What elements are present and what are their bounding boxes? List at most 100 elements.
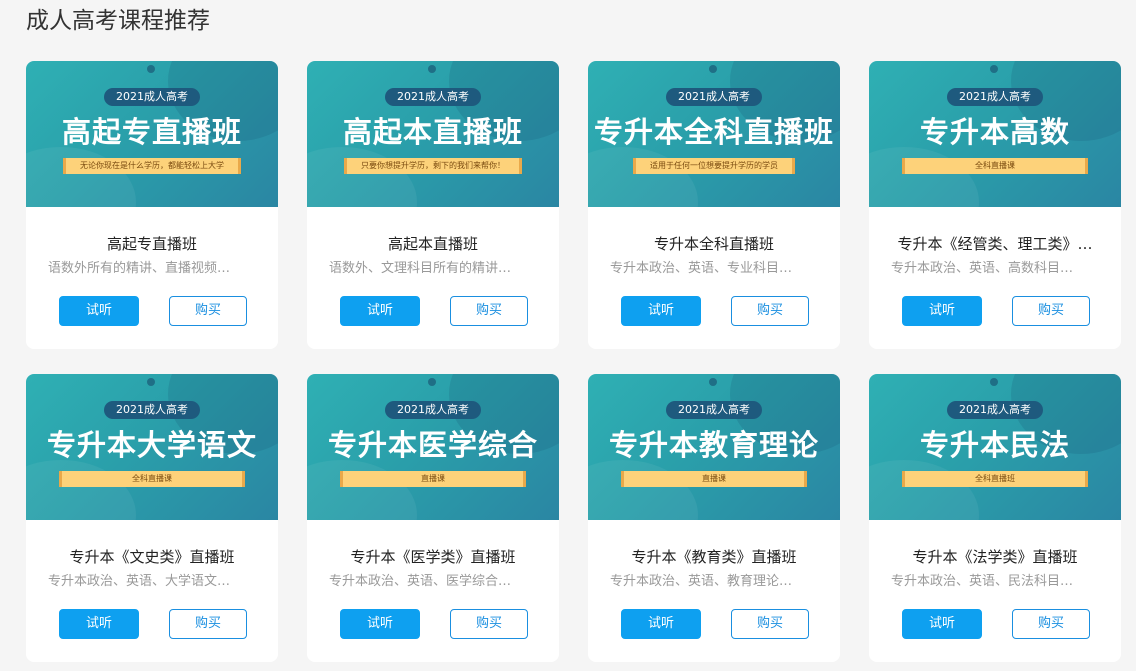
- banner-dot: [147, 65, 155, 73]
- course-description: 专升本政治、英语、医学综合…: [329, 574, 512, 589]
- course-actions: 试听 购买: [621, 296, 809, 326]
- banner-decoration: [26, 147, 136, 207]
- listen-button[interactable]: 试听: [340, 296, 420, 326]
- banner-decoration: [869, 460, 979, 520]
- course-description: 专升本政治、英语、大学语文…: [48, 574, 231, 589]
- course-name[interactable]: 高起本直播班: [307, 234, 559, 254]
- banner-year-badge: 2021成人高考: [385, 88, 481, 106]
- buy-button[interactable]: 购买: [1012, 296, 1090, 326]
- banner-year-badge: 2021成人高考: [104, 88, 200, 106]
- course-banner[interactable]: 2021成人高考 专升本医学综合 直播课: [307, 374, 559, 520]
- course-banner[interactable]: 2021成人高考 高起本直播班 只要你想提升学历，剩下的我们来帮你！: [307, 61, 559, 207]
- course-actions: 试听 购买: [340, 296, 528, 326]
- course-info: 专升本《教育类》直播班 专升本政治、英语、教育理论…: [588, 547, 840, 591]
- banner-ribbon: 全科直播课: [902, 158, 1088, 174]
- listen-button[interactable]: 试听: [59, 296, 139, 326]
- course-card[interactable]: 2021成人高考 专升本医学综合 直播课 专升本《医学类》直播班 专升本政治、英…: [307, 374, 559, 662]
- course-banner[interactable]: 2021成人高考 专升本全科直播班 适用于任何一位想要提升学历的学员: [588, 61, 840, 207]
- course-banner[interactable]: 2021成人高考 专升本大学语文 全科直播课: [26, 374, 278, 520]
- course-card[interactable]: 2021成人高考 专升本教育理论 直播课 专升本《教育类》直播班 专升本政治、英…: [588, 374, 840, 662]
- course-banner[interactable]: 2021成人高考 专升本教育理论 直播课: [588, 374, 840, 520]
- listen-button[interactable]: 试听: [902, 296, 982, 326]
- course-actions: 试听 购买: [902, 296, 1090, 326]
- course-card[interactable]: 2021成人高考 专升本高数 全科直播课 专升本《经管类、理工类》… 专升本政治…: [869, 61, 1121, 349]
- course-info: 专升本全科直播班 专升本政治、英语、专业科目…: [588, 234, 840, 278]
- banner-title: 专升本大学语文: [46, 428, 257, 462]
- listen-button[interactable]: 试听: [621, 609, 701, 639]
- banner-dot: [709, 378, 717, 386]
- course-info: 专升本《医学类》直播班 专升本政治、英语、医学综合…: [307, 547, 559, 591]
- banner-dot: [147, 378, 155, 386]
- course-description: 专升本政治、英语、专业科目…: [610, 261, 793, 276]
- course-banner[interactable]: 2021成人高考 专升本民法 全科直播班: [869, 374, 1121, 520]
- banner-dot: [709, 65, 717, 73]
- banner-ribbon: 直播课: [621, 471, 807, 487]
- banner-ribbon: 全科直播班: [902, 471, 1088, 487]
- buy-button[interactable]: 购买: [450, 296, 528, 326]
- banner-title: 专升本教育理论: [608, 428, 819, 462]
- course-name[interactable]: 高起专直播班: [26, 234, 278, 254]
- banner-year-badge: 2021成人高考: [385, 401, 481, 419]
- banner-ribbon: 直播课: [340, 471, 526, 487]
- banner-ribbon: 适用于任何一位想要提升学历的学员: [633, 158, 795, 174]
- banner-year-badge: 2021成人高考: [947, 401, 1043, 419]
- listen-button[interactable]: 试听: [621, 296, 701, 326]
- course-actions: 试听 购买: [621, 609, 809, 639]
- banner-dot: [990, 378, 998, 386]
- buy-button[interactable]: 购买: [731, 296, 809, 326]
- course-card[interactable]: 2021成人高考 专升本大学语文 全科直播课 专升本《文史类》直播班 专升本政治…: [26, 374, 278, 662]
- banner-year-badge: 2021成人高考: [947, 88, 1043, 106]
- course-banner[interactable]: 2021成人高考 高起专直播班 无论你现在是什么学历，都能轻松上大学: [26, 61, 278, 207]
- banner-dot: [428, 378, 436, 386]
- banner-decoration: [588, 147, 698, 207]
- banner-ribbon: 只要你想提升学历，剩下的我们来帮你！: [344, 158, 522, 174]
- banner-decoration: [869, 147, 979, 207]
- buy-button[interactable]: 购买: [731, 609, 809, 639]
- listen-button[interactable]: 试听: [902, 609, 982, 639]
- listen-button[interactable]: 试听: [340, 609, 420, 639]
- course-info: 高起专直播班 语数外所有的精讲、直播视频…: [26, 234, 278, 278]
- course-card[interactable]: 2021成人高考 专升本民法 全科直播班 专升本《法学类》直播班 专升本政治、英…: [869, 374, 1121, 662]
- course-actions: 试听 购买: [340, 609, 528, 639]
- section-title: 成人高考课程推荐: [26, 8, 210, 34]
- banner-title: 专升本高数: [919, 115, 1070, 149]
- banner-decoration: [26, 460, 136, 520]
- course-grid: 2021成人高考 高起专直播班 无论你现在是什么学历，都能轻松上大学 高起专直播…: [26, 61, 1121, 662]
- course-actions: 试听 购买: [59, 296, 247, 326]
- course-name[interactable]: 专升本《经管类、理工类》…: [869, 234, 1121, 254]
- banner-title: 高起专直播班: [61, 115, 242, 149]
- course-name[interactable]: 专升本《医学类》直播班: [307, 547, 559, 567]
- course-description: 语数外、文理科目所有的精讲…: [329, 261, 512, 276]
- banner-title: 高起本直播班: [342, 115, 523, 149]
- course-name[interactable]: 专升本《文史类》直播班: [26, 547, 278, 567]
- banner-title: 专升本医学综合: [327, 428, 538, 462]
- course-actions: 试听 购买: [902, 609, 1090, 639]
- buy-button[interactable]: 购买: [450, 609, 528, 639]
- banner-dot: [428, 65, 436, 73]
- listen-button[interactable]: 试听: [59, 609, 139, 639]
- course-name[interactable]: 专升本《教育类》直播班: [588, 547, 840, 567]
- course-actions: 试听 购买: [59, 609, 247, 639]
- banner-title: 专升本民法: [919, 428, 1070, 462]
- banner-year-badge: 2021成人高考: [666, 88, 762, 106]
- course-banner[interactable]: 2021成人高考 专升本高数 全科直播课: [869, 61, 1121, 207]
- course-info: 专升本《文史类》直播班 专升本政治、英语、大学语文…: [26, 547, 278, 591]
- buy-button[interactable]: 购买: [1012, 609, 1090, 639]
- course-description: 语数外所有的精讲、直播视频…: [48, 261, 231, 276]
- course-card[interactable]: 2021成人高考 高起专直播班 无论你现在是什么学历，都能轻松上大学 高起专直播…: [26, 61, 278, 349]
- course-info: 专升本《经管类、理工类》… 专升本政治、英语、高数科目…: [869, 234, 1121, 278]
- course-description: 专升本政治、英语、民法科目…: [891, 574, 1074, 589]
- banner-title: 专升本全科直播班: [593, 115, 834, 149]
- course-description: 专升本政治、英语、高数科目…: [891, 261, 1074, 276]
- course-name[interactable]: 专升本《法学类》直播班: [869, 547, 1121, 567]
- banner-year-badge: 2021成人高考: [104, 401, 200, 419]
- course-info: 高起本直播班 语数外、文理科目所有的精讲…: [307, 234, 559, 278]
- course-card[interactable]: 2021成人高考 专升本全科直播班 适用于任何一位想要提升学历的学员 专升本全科…: [588, 61, 840, 349]
- banner-decoration: [588, 460, 698, 520]
- course-card[interactable]: 2021成人高考 高起本直播班 只要你想提升学历，剩下的我们来帮你！ 高起本直播…: [307, 61, 559, 349]
- buy-button[interactable]: 购买: [169, 296, 247, 326]
- banner-decoration: [307, 147, 417, 207]
- course-name[interactable]: 专升本全科直播班: [588, 234, 840, 254]
- banner-dot: [990, 65, 998, 73]
- buy-button[interactable]: 购买: [169, 609, 247, 639]
